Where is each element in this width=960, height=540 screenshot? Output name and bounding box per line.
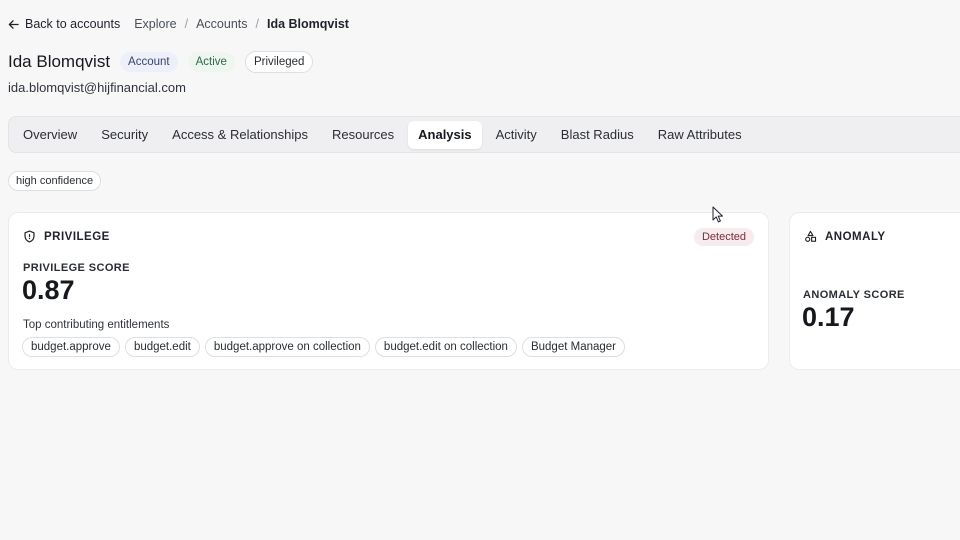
status-badge: Active bbox=[187, 52, 235, 72]
breadcrumb: Explore / Accounts / Ida Blomqvist bbox=[134, 17, 349, 31]
privileged-badge: Privileged bbox=[244, 51, 314, 73]
anomaly-card: ANOMALY ANOMALY SCORE 0.17 bbox=[789, 212, 960, 370]
entitlement-chip[interactable]: Budget Manager bbox=[521, 337, 626, 357]
tab-raw-attributes[interactable]: Raw Attributes bbox=[648, 121, 752, 149]
anomaly-card-title: ANOMALY bbox=[804, 230, 886, 243]
privilege-score-label: PRIVILEGE SCORE bbox=[23, 262, 130, 274]
account-header: Ida Blomqvist Account Active Privileged bbox=[8, 51, 314, 73]
breadcrumb-separator: / bbox=[184, 17, 189, 31]
tab-overview[interactable]: Overview bbox=[13, 121, 87, 149]
anomaly-title-text: ANOMALY bbox=[825, 230, 886, 243]
breadcrumb-explore[interactable]: Explore bbox=[134, 17, 176, 31]
tab-analysis[interactable]: Analysis bbox=[408, 120, 482, 149]
tab-bar: Overview Security Access & Relationships… bbox=[8, 116, 960, 153]
tab-resources[interactable]: Resources bbox=[322, 121, 404, 149]
shield-icon bbox=[24, 230, 35, 243]
top-navigation: Back to accounts Explore / Accounts / Id… bbox=[8, 16, 349, 32]
tab-activity[interactable]: Activity bbox=[486, 121, 547, 149]
privilege-card: PRIVILEGE Detected PRIVILEGE SCORE 0.87 … bbox=[8, 212, 769, 370]
anomaly-score-value: 0.17 bbox=[802, 302, 855, 332]
account-email: ida.blomqvist@hijfinancial.com bbox=[8, 80, 186, 95]
shapes-icon bbox=[805, 230, 817, 242]
entitlement-chip[interactable]: budget.edit bbox=[124, 337, 200, 357]
entitlements-label: Top contributing entitlements bbox=[23, 319, 170, 331]
mouse-pointer-icon bbox=[712, 206, 723, 223]
account-name: Ida Blomqvist bbox=[8, 52, 111, 71]
tab-security[interactable]: Security bbox=[91, 121, 158, 149]
tab-blast-radius[interactable]: Blast Radius bbox=[551, 121, 644, 149]
entitlement-chip[interactable]: budget.approve bbox=[22, 337, 120, 357]
breadcrumb-separator: / bbox=[255, 17, 259, 31]
entitlement-chip[interactable]: budget.edit on collection bbox=[374, 337, 517, 357]
entitlement-chips: budget.approve budget.edit budget.approv… bbox=[22, 337, 626, 357]
back-label: Back to accounts bbox=[25, 17, 121, 31]
anomaly-score-label: ANOMALY SCORE bbox=[803, 289, 905, 301]
back-to-accounts-link[interactable]: Back to accounts bbox=[8, 17, 120, 31]
breadcrumb-accounts[interactable]: Accounts bbox=[196, 17, 247, 31]
privilege-card-title: PRIVILEGE bbox=[23, 230, 110, 243]
account-type-badge: Account bbox=[120, 52, 178, 72]
breadcrumb-current: Ida Blomqvist bbox=[266, 17, 349, 31]
detected-badge: Detected bbox=[693, 228, 754, 246]
tab-access-relationships[interactable]: Access & Relationships bbox=[162, 121, 318, 149]
privilege-title-text: PRIVILEGE bbox=[44, 230, 110, 243]
confidence-badge: high confidence bbox=[8, 171, 102, 191]
arrow-left-icon bbox=[8, 19, 19, 29]
entitlement-chip[interactable]: budget.approve on collection bbox=[204, 337, 370, 357]
privilege-score-value: 0.87 bbox=[22, 275, 75, 305]
